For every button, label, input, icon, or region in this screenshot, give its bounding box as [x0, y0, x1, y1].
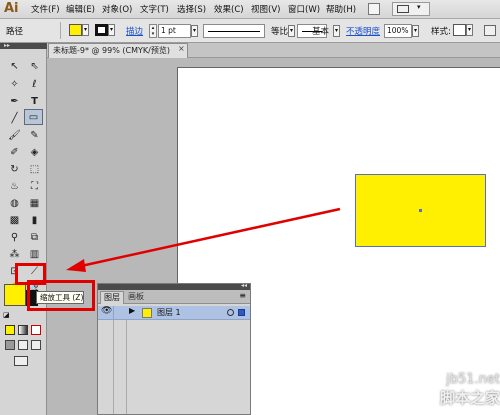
- annotation-arrow: [66, 207, 341, 272]
- watermark: jb51.net 脚本之家: [412, 372, 500, 415]
- watermark-url: jb51.net: [446, 372, 500, 387]
- watermark-text: 脚本之家: [439, 389, 500, 407]
